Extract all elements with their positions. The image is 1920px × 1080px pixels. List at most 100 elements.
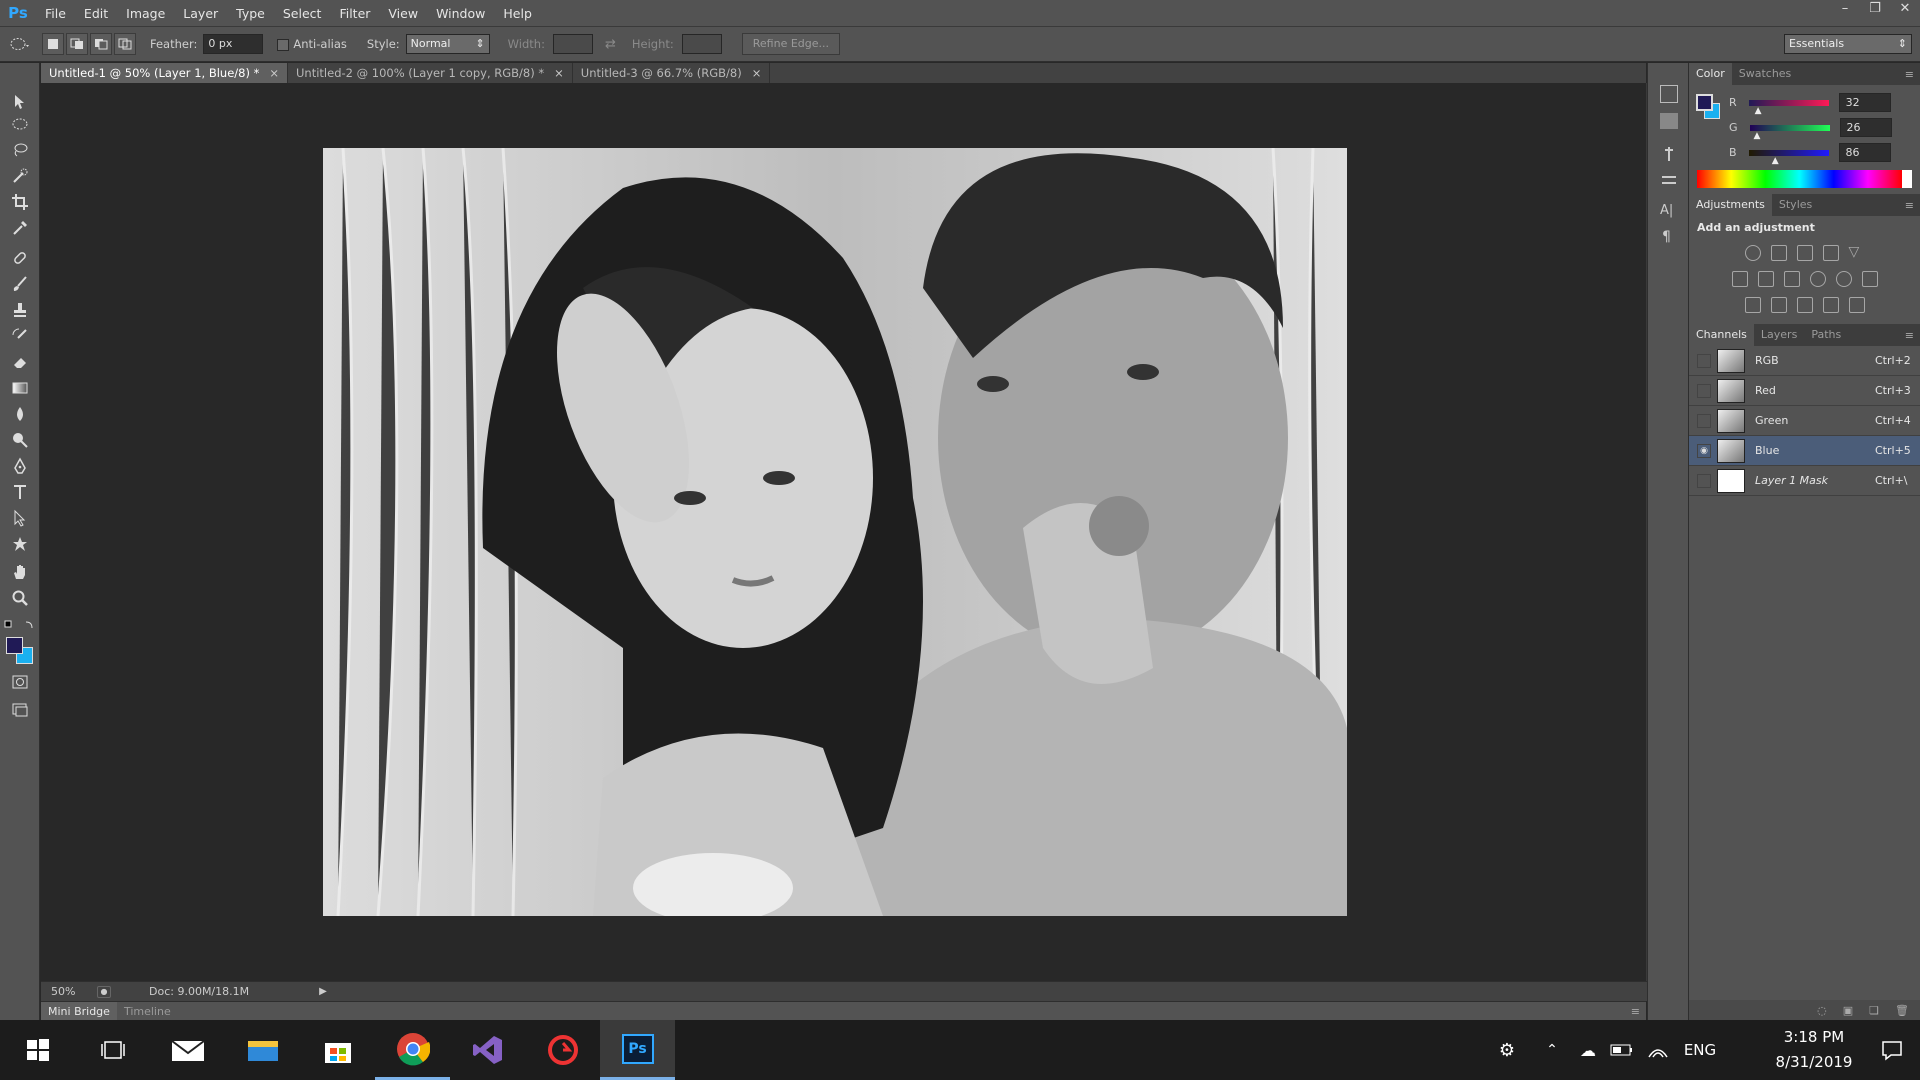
red-slider[interactable]: ▲ <box>1748 99 1829 116</box>
fg-color-chip[interactable] <box>1696 94 1713 111</box>
vibrance-icon[interactable]: ▽ <box>1849 245 1865 261</box>
file-explorer-icon[interactable] <box>225 1020 300 1080</box>
quick-mask-icon[interactable] <box>8 671 32 693</box>
menu-window[interactable]: Window <box>427 0 494 27</box>
panel-menu-icon[interactable]: ≡ <box>1631 1005 1640 1018</box>
intersect-selection-icon[interactable] <box>114 33 136 55</box>
close-tab-icon[interactable]: × <box>554 63 564 83</box>
close-tab-icon[interactable]: × <box>269 63 279 83</box>
clone-stamp-tool-icon[interactable] <box>8 299 32 321</box>
photo-filter-icon[interactable] <box>1809 271 1826 287</box>
menu-select[interactable]: Select <box>274 0 331 27</box>
color-lookup-icon[interactable] <box>1861 271 1878 287</box>
slider-handle-icon[interactable]: ▲ <box>1754 131 1761 141</box>
visibility-toggle[interactable] <box>1697 383 1711 398</box>
lasso-tool-icon[interactable] <box>8 139 32 161</box>
pen-tool-icon[interactable] <box>8 455 32 477</box>
channel-row-green[interactable]: Green Ctrl+4 <box>1689 406 1920 436</box>
green-value-input[interactable]: 26 <box>1839 118 1892 137</box>
refine-edge-button[interactable]: Refine Edge... <box>741 33 841 55</box>
gradient-map-icon[interactable] <box>1848 297 1865 313</box>
eyedropper-tool-icon[interactable] <box>8 217 32 239</box>
delete-channel-icon[interactable]: 🗑 <box>1895 1004 1909 1017</box>
workspace-select[interactable]: Essentials ⇕ <box>1784 34 1912 54</box>
menu-help[interactable]: Help <box>494 0 541 27</box>
load-channel-selection-icon[interactable]: ◌ <box>1817 1004 1827 1017</box>
people-icon[interactable]: ⚙ <box>1482 1040 1532 1061</box>
status-info-icon[interactable]: ● <box>97 985 111 998</box>
invert-icon[interactable] <box>1744 297 1761 313</box>
threshold-icon[interactable] <box>1796 297 1813 313</box>
height-input[interactable] <box>681 34 722 54</box>
screen-mode-icon[interactable] <box>8 699 32 721</box>
paragraph-panel-icon[interactable]: ¶ <box>1662 229 1680 247</box>
menu-layer[interactable]: Layer <box>174 0 227 27</box>
tab-timeline[interactable]: Timeline <box>117 1005 178 1018</box>
slider-handle-icon[interactable]: ▲ <box>1772 156 1779 166</box>
channel-row-blue[interactable]: ◉ Blue Ctrl+5 <box>1689 436 1920 466</box>
zoom-tool-icon[interactable] <box>8 587 32 609</box>
doc-tab-untitled-1[interactable]: Untitled-1 @ 50% (Layer 1, Blue/8) * × <box>41 63 288 83</box>
history-brush-tool-icon[interactable] <box>8 325 32 347</box>
blue-value-input[interactable]: 86 <box>1838 143 1891 162</box>
start-button-icon[interactable] <box>0 1020 75 1080</box>
spot-healing-brush-icon[interactable] <box>8 247 32 269</box>
properties-panel-icon[interactable] <box>1660 113 1678 129</box>
menu-type[interactable]: Type <box>227 0 274 27</box>
feather-input[interactable]: 0 px <box>203 34 264 54</box>
blue-slider[interactable]: ▲ <box>1748 149 1829 166</box>
green-slider[interactable]: ▲ <box>1749 124 1830 141</box>
black-white-icon[interactable] <box>1783 271 1800 287</box>
character-panel-icon[interactable]: A| <box>1660 203 1678 221</box>
menu-filter[interactable]: Filter <box>330 0 379 27</box>
tab-styles[interactable]: Styles <box>1772 194 1819 216</box>
color-balance-icon[interactable] <box>1757 271 1774 287</box>
add-to-selection-icon[interactable] <box>66 33 88 55</box>
menu-file[interactable]: File <box>36 0 75 27</box>
close-tab-icon[interactable]: × <box>752 63 762 83</box>
tab-color[interactable]: Color <box>1689 63 1732 85</box>
show-hidden-icons-chevron-icon[interactable]: ⌃ <box>1532 1042 1572 1058</box>
visibility-toggle[interactable] <box>1697 353 1711 368</box>
color-swatches[interactable] <box>6 637 36 667</box>
exposure-icon[interactable] <box>1822 245 1839 261</box>
close-icon[interactable]: ✕ <box>1890 0 1920 20</box>
elliptical-marquee-tool-icon[interactable] <box>8 113 32 135</box>
mail-app-icon[interactable] <box>150 1020 225 1080</box>
channel-row-layer-mask[interactable]: Layer 1 Mask Ctrl+\ <box>1689 466 1920 496</box>
brush-presets-icon[interactable] <box>1660 145 1678 163</box>
selective-color-icon[interactable] <box>1822 297 1839 313</box>
channel-mixer-icon[interactable] <box>1835 271 1852 287</box>
foreground-color-swatch[interactable] <box>6 637 23 654</box>
menu-view[interactable]: View <box>379 0 427 27</box>
elliptical-marquee-preset-icon[interactable] <box>0 36 40 52</box>
style-select[interactable]: Normal ⇕ <box>405 34 490 54</box>
panel-menu-icon[interactable]: ≡ <box>1905 329 1914 342</box>
tab-adjustments[interactable]: Adjustments <box>1689 194 1772 216</box>
brush-tool-icon[interactable] <box>8 273 32 295</box>
tab-swatches[interactable]: Swatches <box>1732 63 1799 85</box>
zoom-level[interactable]: 50% <box>51 985 91 998</box>
hand-tool-icon[interactable] <box>8 561 32 583</box>
move-tool-icon[interactable] <box>8 91 32 113</box>
microsoft-store-icon[interactable] <box>300 1020 375 1080</box>
width-input[interactable] <box>552 34 593 54</box>
task-view-icon[interactable] <box>75 1020 150 1080</box>
eye-icon[interactable]: ◉ <box>1697 443 1711 458</box>
menu-image[interactable]: Image <box>117 0 174 27</box>
crop-tool-icon[interactable] <box>8 191 32 213</box>
tab-paths[interactable]: Paths <box>1804 324 1848 346</box>
dodge-tool-icon[interactable] <box>8 429 32 451</box>
language-indicator[interactable]: ENG <box>1676 1041 1724 1059</box>
swap-dimensions-icon[interactable]: ⇄ <box>605 37 616 52</box>
menu-edit[interactable]: Edit <box>75 0 117 27</box>
posterize-icon[interactable] <box>1770 297 1787 313</box>
slider-handle-icon[interactable]: ▲ <box>1755 106 1762 116</box>
taskbar-clock[interactable]: 3:18 PM 8/31/2019 <box>1764 1020 1864 1080</box>
levels-icon[interactable] <box>1770 245 1787 261</box>
doc-tab-untitled-3[interactable]: Untitled-3 @ 66.7% (RGB/8) × <box>573 63 771 83</box>
new-channel-icon[interactable]: ❏ <box>1869 1004 1879 1017</box>
onedrive-cloud-icon[interactable]: ☁ <box>1572 1041 1604 1060</box>
doc-tab-untitled-2[interactable]: Untitled-2 @ 100% (Layer 1 copy, RGB/8) … <box>288 63 573 83</box>
history-panel-icon[interactable] <box>1660 85 1678 103</box>
